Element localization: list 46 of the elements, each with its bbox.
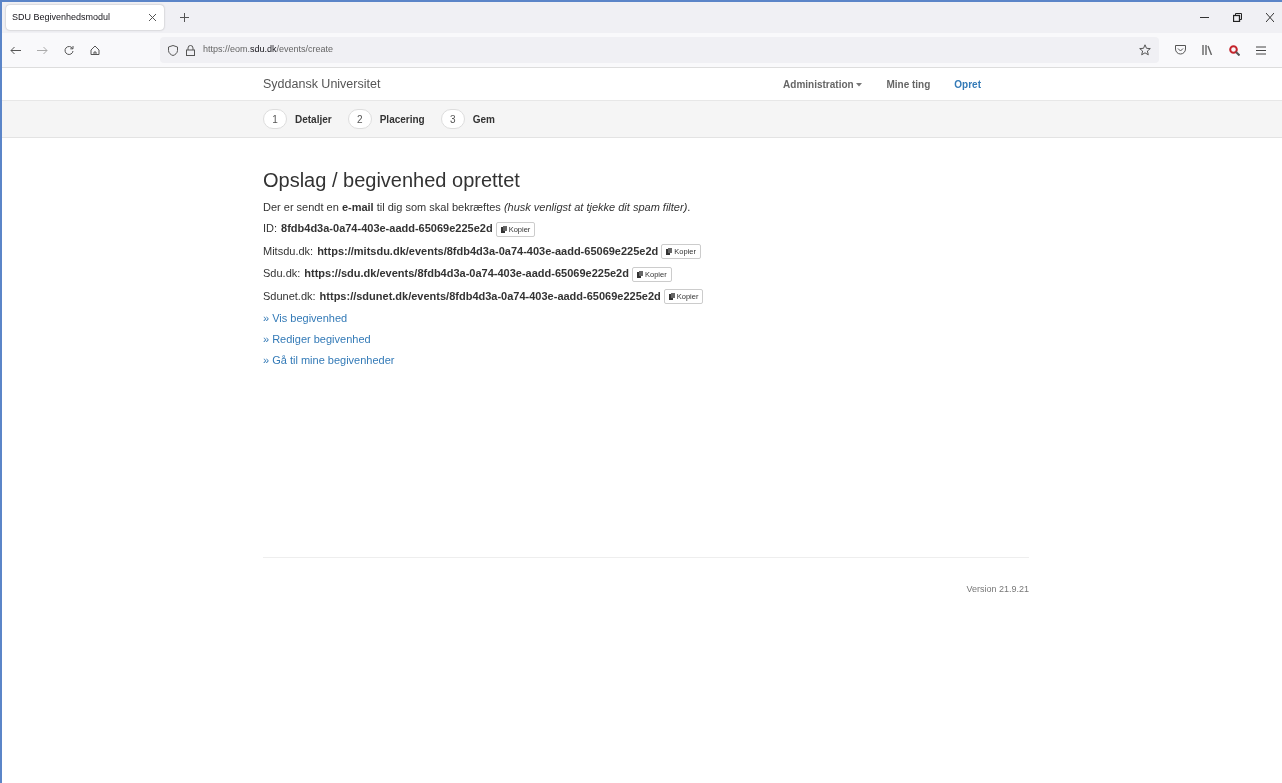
page-heading: Opslag / begivenhed oprettet (263, 168, 521, 192)
detail-label: ID: (263, 222, 278, 234)
detail-label: Mitsdu.dk: (263, 244, 314, 257)
link[interactable]: » Vis begivenhed (263, 312, 348, 325)
shield-icon (168, 44, 178, 56)
step-number: 2 (347, 109, 372, 129)
step-label: Gem (472, 112, 495, 127)
clipboard-icon (666, 248, 673, 256)
site-brand[interactable]: Syddansk Universitet (263, 74, 381, 94)
back-icon[interactable] (10, 45, 21, 55)
link[interactable]: » Rediger begivenhed (263, 333, 371, 346)
clipboard-icon (668, 293, 675, 301)
nav-link[interactable]: Mine ting (886, 76, 931, 92)
step-number: 1 (263, 109, 287, 129)
detail-value: https://mitsdu.dk/events/8fdb4d3a-0a74-403e-aadd-65069e225e2d (317, 244, 659, 257)
reload-icon[interactable] (64, 45, 74, 55)
search-icon[interactable] (1229, 44, 1240, 56)
browser-tab[interactable]: SDU Begivenhedsmodul (6, 5, 164, 30)
library-icon[interactable] (1202, 45, 1213, 55)
url-text: https://eom.sdu.dk/events/create (203, 43, 334, 57)
restore-icon[interactable] (1233, 13, 1242, 22)
pocket-icon[interactable] (1175, 45, 1186, 55)
nav-link[interactable]: Administration (783, 76, 863, 92)
clipboard-icon (500, 225, 507, 233)
home-icon[interactable] (90, 45, 100, 55)
tab-title: SDU Begivenhedsmodul (12, 10, 111, 24)
close-icon[interactable] (1266, 13, 1274, 22)
detail-value: https://sdu.dk/events/8fdb4d3a-0a74-403e-aadd-65069e225e2d (304, 267, 629, 280)
detail-label: Sdu.dk: (263, 267, 301, 280)
close-icon[interactable] (149, 14, 156, 21)
link[interactable]: » Gå til mine begivenheder (263, 354, 395, 367)
detail-label: Sdunet.dk: (263, 289, 316, 302)
new-tab-icon[interactable] (180, 13, 189, 22)
confirmation-message: Der er sendt en e-mail til dig som skal bekræftes (husk venligst at tjekke dit spam filter). (263, 200, 692, 214)
detail-value: 8fdb4d3a-0a74-403e-aadd-65069e225e2d (281, 222, 493, 234)
menu-icon[interactable] (1256, 45, 1266, 55)
detail-value: https://sdunet.dk/events/8fdb4d3a-0a74-403e-aadd-65069e225e2d (319, 289, 661, 302)
version-text: Version 21.9.21 (966, 584, 1029, 595)
step-label: Placering (379, 112, 425, 127)
lock-icon (186, 44, 195, 56)
step-number: 3 (440, 109, 465, 129)
step-label: Detaljer (295, 112, 332, 127)
star-icon[interactable] (1139, 44, 1151, 56)
nav-link[interactable]: Opret (954, 76, 981, 92)
address-bar[interactable]: https://eom.sdu.dk/events/create (160, 37, 1159, 63)
clipboard-icon (636, 270, 643, 278)
